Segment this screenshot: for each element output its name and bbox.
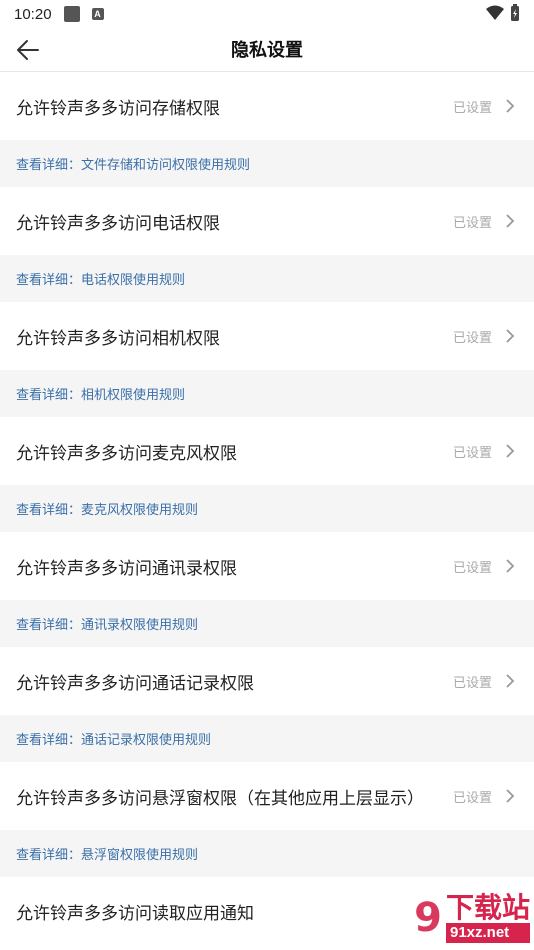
status-right [486, 4, 520, 22]
permission-status: 已设置 [452, 675, 492, 691]
detail-link[interactable]: 查看详细：文件存储和访问权限使用规则 [16, 154, 250, 173]
permission-label: 允许铃声多多访问存储权限 [16, 98, 220, 119]
chevron-right-icon [506, 559, 515, 573]
permission-label: 允许铃声多多访问悬浮窗权限（在其他应用上层显示） [16, 788, 424, 809]
detail-row: 查看详细：通话记录权限使用规则 [0, 715, 534, 762]
permission-list: 允许铃声多多访问存储权限 已设置 查看详细：文件存储和访问权限使用规则 允许铃声多多访… [0, 72, 534, 945]
permission-status: 已设置 [452, 330, 492, 346]
permission-label: 允许铃声多多访问读取应用通知 [16, 903, 254, 924]
chevron-right-icon [506, 444, 515, 458]
detail-link[interactable]: 查看详细：麦克风权限使用规则 [16, 499, 198, 518]
detail-row: 查看详细：相机权限使用规则 [0, 370, 534, 417]
detail-row: 查看详细：悬浮窗权限使用规则 [0, 830, 534, 877]
chevron-right-icon [506, 674, 515, 688]
header: 隐私设置 [0, 28, 534, 72]
permission-row[interactable]: 允许铃声多多访问悬浮窗权限（在其他应用上层显示） 已设置 [0, 762, 534, 830]
detail-link[interactable]: 查看详细：电话权限使用规则 [16, 269, 185, 288]
watermark: 9 下载站 91xz.net [356, 888, 530, 948]
permission-label: 允许铃声多多访问通讯录权限 [16, 558, 237, 579]
battery-icon [511, 4, 519, 21]
chevron-right-icon [506, 789, 515, 803]
chevron-right-icon [506, 329, 515, 343]
permission-label: 允许铃声多多访问通话记录权限 [16, 673, 254, 694]
permission-status: 已设置 [452, 445, 492, 461]
permission-row[interactable]: 允许铃声多多访问通话记录权限 已设置 [0, 647, 534, 715]
detail-row: 查看详细：电话权限使用规则 [0, 255, 534, 302]
permission-status: 已设置 [452, 100, 492, 116]
permission-label: 允许铃声多多访问麦克风权限 [16, 443, 237, 464]
detail-row: 查看详细：通讯录权限使用规则 [0, 600, 534, 647]
detail-row: 查看详细：麦克风权限使用规则 [0, 485, 534, 532]
chevron-right-icon [506, 99, 515, 113]
permission-row[interactable]: 允许铃声多多访问相机权限 已设置 [0, 302, 534, 370]
wifi-icon [486, 5, 504, 20]
watermark-sub: 91xz.net [445, 923, 530, 943]
permission-row[interactable]: 允许铃声多多访问存储权限 已设置 [0, 72, 534, 140]
watermark-logo: 9 [414, 895, 442, 941]
detail-link[interactable]: 查看详细：通话记录权限使用规则 [16, 729, 211, 748]
detail-link[interactable]: 查看详细：悬浮窗权限使用规则 [16, 844, 198, 863]
permission-status: 已设置 [452, 215, 492, 231]
page-title: 隐私设置 [231, 40, 303, 61]
detail-link[interactable]: 查看详细：通讯录权限使用规则 [16, 614, 198, 633]
detail-row: 查看详细：文件存储和访问权限使用规则 [0, 140, 534, 187]
permission-label: 允许铃声多多访问电话权限 [16, 213, 220, 234]
status-time: 10:20 [14, 5, 52, 23]
permission-row[interactable]: 允许铃声多多访问电话权限 已设置 [0, 187, 534, 255]
permission-row[interactable]: 允许铃声多多访问麦克风权限 已设置 [0, 417, 534, 485]
permission-label: 允许铃声多多访问相机权限 [16, 328, 220, 349]
notification-icon [63, 6, 80, 22]
permission-status: 已设置 [452, 560, 492, 576]
detail-link[interactable]: 查看详细：相机权限使用规则 [16, 384, 185, 403]
permission-row[interactable]: 允许铃声多多访问通讯录权限 已设置 [0, 532, 534, 600]
status-bar: 10:20 A [0, 0, 534, 28]
a-badge-icon: A [91, 8, 104, 20]
watermark-main: 下载站 [445, 891, 530, 924]
chevron-right-icon [506, 214, 515, 228]
permission-status: 已设置 [452, 790, 492, 806]
